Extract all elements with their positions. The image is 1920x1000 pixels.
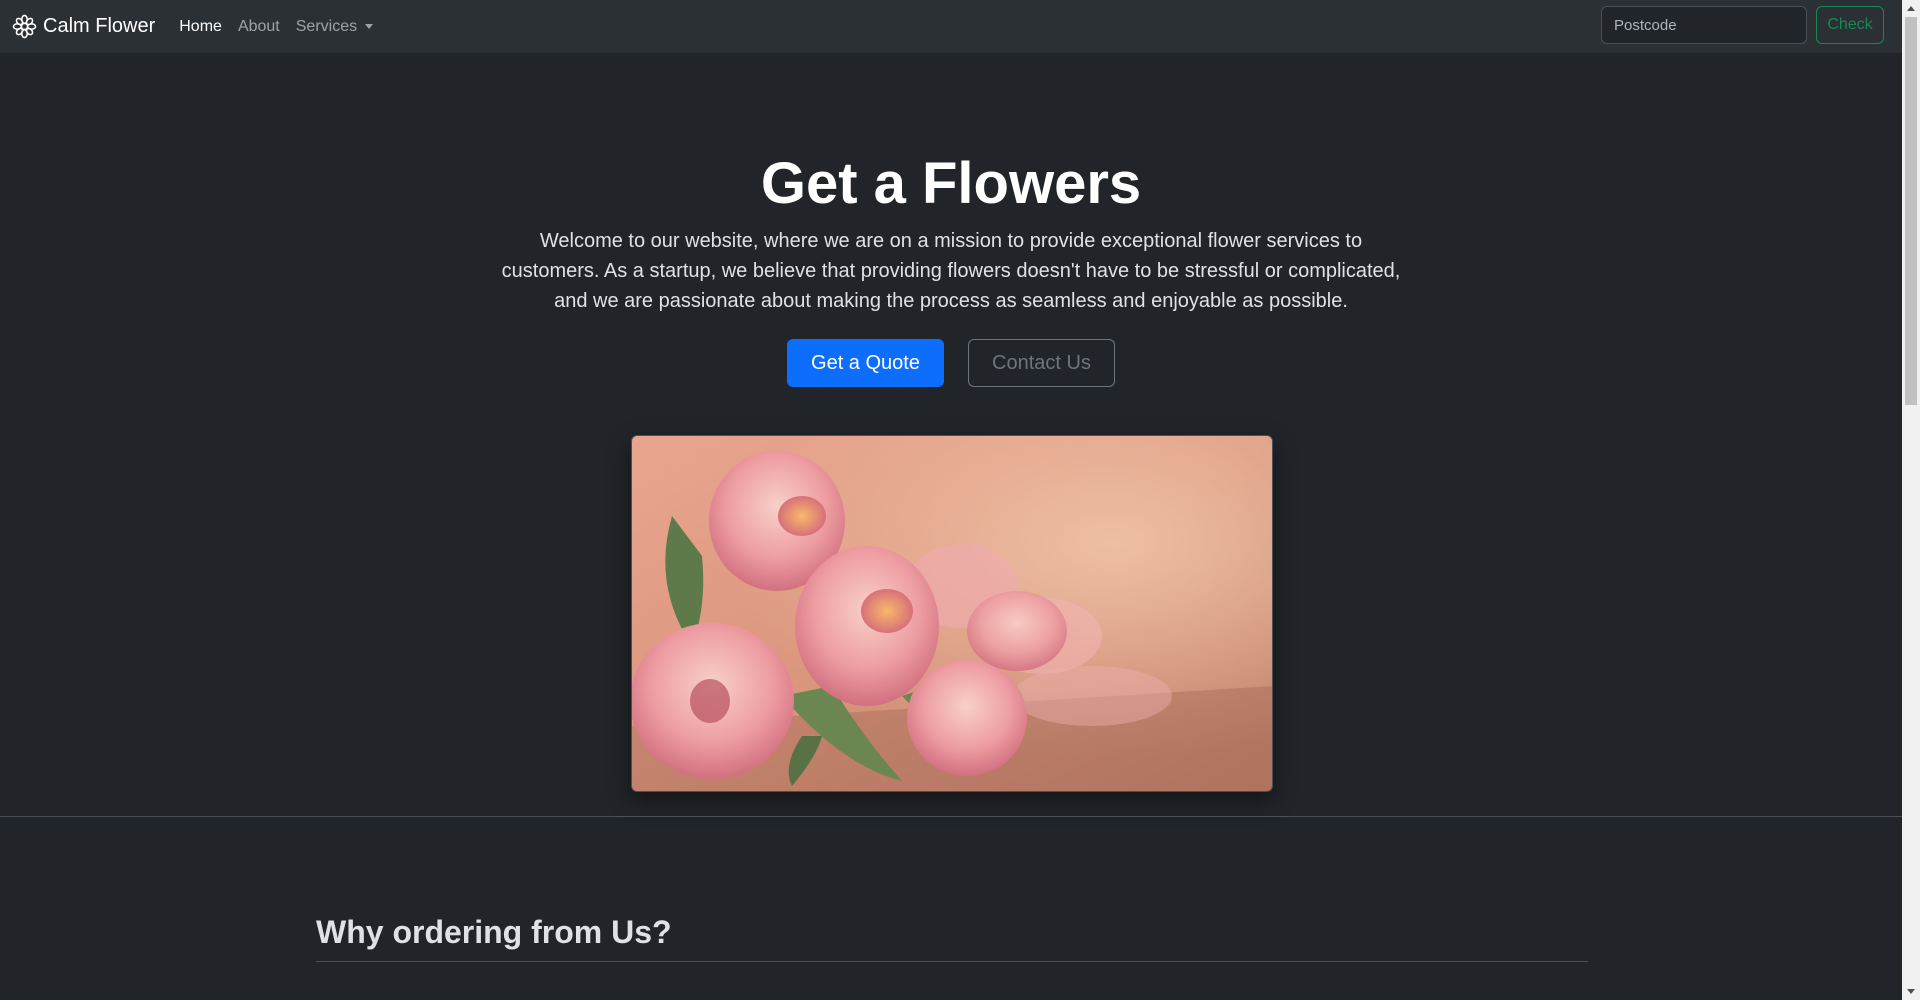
nav-services-label: Services (295, 17, 358, 35)
brand-link[interactable]: Calm Flower (12, 14, 155, 39)
arrow-down-icon (1907, 989, 1915, 994)
hero-description: Welcome to our website, where we are on … (501, 230, 1401, 312)
nav-about[interactable]: About (238, 18, 280, 36)
hero-buttons: Get a Quote Contact Us (0, 339, 1902, 387)
contact-us-button[interactable]: Contact Us (968, 339, 1115, 387)
tulips-image (632, 436, 1272, 791)
vertical-scrollbar[interactable] (1902, 0, 1920, 1000)
arrow-up-icon (1907, 6, 1915, 11)
page: Calm Flower Home About Services Check Ge… (0, 0, 1902, 1000)
section-title: Why ordering from Us? (316, 914, 672, 950)
scroll-up-button[interactable] (1902, 0, 1920, 17)
check-button[interactable]: Check (1816, 6, 1884, 44)
section-divider (0, 816, 1902, 817)
scroll-thumb[interactable] (1905, 17, 1917, 405)
brand-name: Calm Flower (43, 15, 156, 37)
scroll-down-button[interactable] (1902, 983, 1920, 1000)
postcode-form: Check (1601, 6, 1884, 44)
nav-services-dropdown[interactable]: Services (295, 17, 374, 36)
flower-icon (12, 14, 37, 39)
hero-image (631, 435, 1273, 792)
hero-title: Get a Flowers (760, 151, 1142, 216)
get-quote-button[interactable]: Get a Quote (787, 339, 944, 387)
postcode-input[interactable] (1601, 6, 1807, 44)
chevron-down-icon (365, 24, 374, 29)
nav-home[interactable]: Home (179, 18, 222, 36)
nav-links: Home About Services (179, 18, 389, 36)
section-rule (316, 961, 1588, 962)
navbar: Calm Flower Home About Services Check (0, 0, 1902, 53)
